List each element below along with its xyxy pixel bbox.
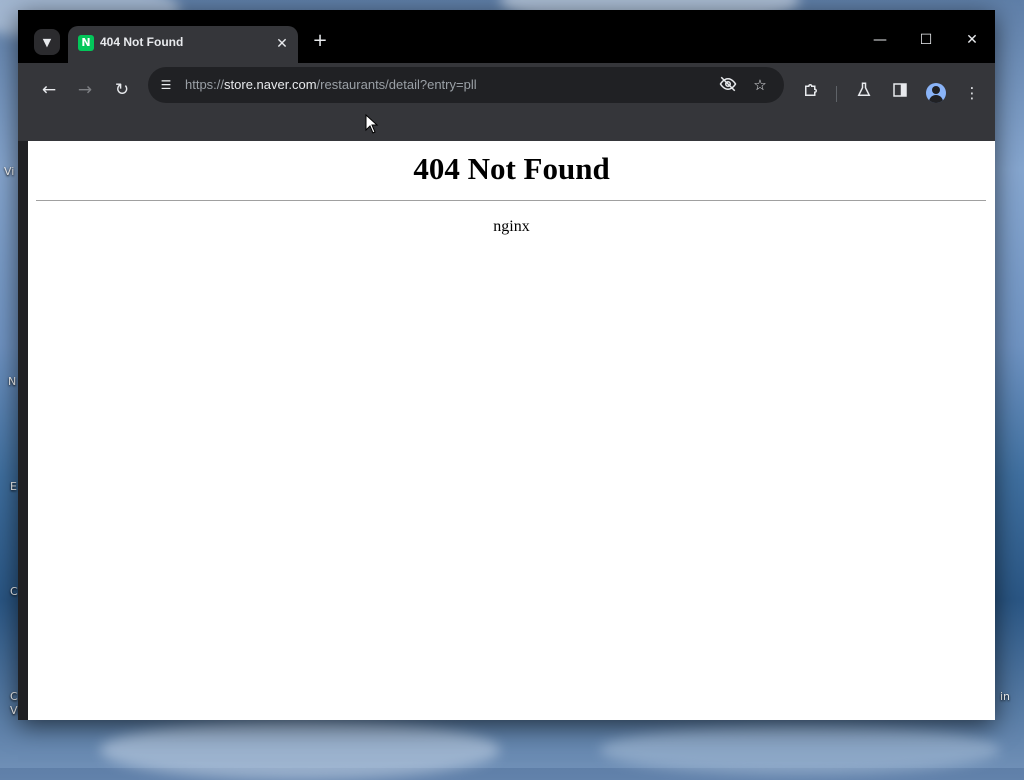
reload-icon: ↻ bbox=[114, 80, 130, 100]
title-bar: ▼ N 404 Not Found ✕ + — ☐ ✕ bbox=[18, 10, 995, 63]
star-icon: ☆ bbox=[753, 76, 767, 94]
desktop-icon-label[interactable]: in bbox=[1000, 690, 1010, 703]
url-text[interactable]: https://store.naver.com/restaurants/deta… bbox=[185, 77, 477, 92]
desktop-icon-label[interactable]: N bbox=[8, 375, 16, 388]
back-button[interactable]: ← bbox=[34, 75, 64, 105]
profile-avatar-icon[interactable] bbox=[926, 83, 946, 103]
browser-toolbar: ← → ↻ ☰ https://store.naver.com/restaura… bbox=[18, 63, 995, 141]
flask-icon bbox=[857, 82, 871, 96]
desktop-icon-label[interactable]: Vi bbox=[4, 165, 14, 178]
mouse-cursor-icon bbox=[365, 114, 379, 134]
new-tab-button[interactable]: + bbox=[309, 30, 331, 52]
more-vertical-icon: ⋮ bbox=[964, 84, 980, 102]
close-window-button[interactable]: ✕ bbox=[958, 28, 986, 52]
side-panel-button[interactable] bbox=[888, 81, 912, 105]
divider bbox=[36, 200, 986, 201]
tracking-protection-button[interactable] bbox=[718, 75, 738, 95]
tab-search-button[interactable]: ▼ bbox=[34, 29, 60, 55]
minimize-button[interactable]: — bbox=[866, 28, 894, 52]
bookmark-button[interactable]: ☆ bbox=[750, 75, 770, 95]
server-name: nginx bbox=[493, 218, 530, 235]
tab-close-button[interactable]: ✕ bbox=[272, 34, 292, 54]
url-host: store.naver.com bbox=[224, 77, 317, 92]
eye-off-icon bbox=[719, 76, 737, 92]
tab-active[interactable]: N 404 Not Found ✕ bbox=[68, 26, 298, 63]
tab-title: 404 Not Found bbox=[100, 35, 184, 49]
url-path: /restaurants/detail?entry=pll bbox=[316, 77, 477, 92]
desktop-cloud bbox=[100, 720, 500, 780]
tune-icon: ☰ bbox=[160, 78, 172, 92]
plus-icon: + bbox=[312, 30, 328, 51]
toolbar-separator bbox=[836, 86, 837, 102]
address-bar[interactable]: ☰ https://store.naver.com/restaurants/de… bbox=[148, 67, 784, 103]
side-panel-icon bbox=[893, 83, 907, 97]
desktop-icon-label[interactable]: C bbox=[10, 585, 18, 598]
chevron-down-icon: ▼ bbox=[42, 35, 52, 49]
error-heading: 404 Not Found bbox=[413, 151, 610, 186]
arrow-right-icon: → bbox=[77, 80, 93, 100]
site-info-button[interactable]: ☰ bbox=[156, 75, 176, 95]
extensions-button[interactable] bbox=[799, 81, 823, 105]
menu-button[interactable]: ⋮ bbox=[960, 81, 984, 105]
forward-button[interactable]: → bbox=[70, 75, 100, 105]
arrow-left-icon: ← bbox=[41, 80, 57, 100]
desktop-icon-label[interactable]: C bbox=[10, 690, 18, 703]
url-scheme: https:// bbox=[185, 77, 225, 92]
browser-window: ▼ N 404 Not Found ✕ + — ☐ ✕ ← → ↻ ☰ http… bbox=[18, 10, 995, 720]
page-content: 404 Not Found nginx bbox=[28, 141, 995, 720]
puzzle-icon bbox=[805, 84, 817, 96]
labs-button[interactable] bbox=[852, 81, 876, 105]
naver-favicon-icon: N bbox=[78, 35, 94, 51]
reload-button[interactable]: ↻ bbox=[107, 75, 137, 105]
close-icon: ✕ bbox=[276, 36, 288, 52]
desktop-icon-label[interactable]: E bbox=[10, 480, 17, 493]
maximize-button[interactable]: ☐ bbox=[912, 28, 940, 52]
